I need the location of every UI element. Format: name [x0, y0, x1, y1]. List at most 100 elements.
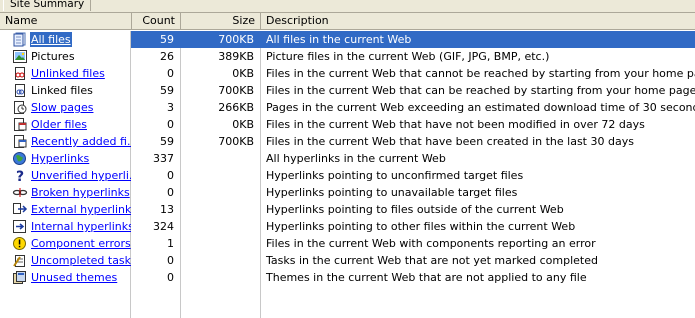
description-cell: All files in the current Web — [261, 31, 695, 48]
column-header-description[interactable]: Description — [261, 13, 695, 29]
description-cell: Files in the current Web that have been … — [266, 135, 634, 148]
name-cell: Linked files — [0, 82, 131, 99]
count-cell: 3 — [167, 101, 174, 114]
table-row[interactable]: Older files 0 0KB Files in the current Web … — [0, 116, 695, 133]
size-cell — [181, 235, 261, 252]
name-cell: All files — [0, 31, 131, 48]
size-cell: 700KB — [218, 135, 254, 148]
table-row[interactable]: Pictures 26 389KB Picture files in the curr… — [0, 48, 695, 65]
size-cell: 266KB — [218, 101, 254, 114]
table-row[interactable]: Unused themes 0 Themes in the current Web … — [0, 269, 695, 286]
internal-link-icon — [12, 219, 28, 234]
count-cell: 59 — [160, 135, 174, 148]
size-cell: 700KB — [181, 31, 261, 48]
count-cell: 1 — [167, 237, 174, 250]
unlinked-files-icon — [12, 66, 28, 81]
size-cell — [181, 252, 261, 269]
hyperlinks-globe-icon — [12, 151, 28, 166]
site-summary-list: All files 59 700KB All files in the current… — [0, 31, 695, 286]
size-cell: 0KB — [232, 118, 254, 131]
report-name[interactable]: External hyperlinks — [30, 202, 131, 217]
pictures-icon — [12, 49, 28, 64]
size-cell — [181, 184, 261, 201]
count-cell: 337 — [153, 152, 174, 165]
count-cell: 0 — [167, 169, 174, 182]
count-cell: 26 — [160, 50, 174, 63]
report-name[interactable]: Unlinked files — [30, 66, 106, 81]
size-cell: 700KB — [218, 84, 254, 97]
name-cell: Older files — [0, 116, 131, 133]
table-row[interactable]: Uncompleted tasks 0 Tasks in the current W… — [0, 252, 695, 269]
column-header-size[interactable]: Size — [181, 13, 261, 29]
description-cell: Hyperlinks pointing to unavailable targe… — [266, 186, 518, 199]
table-row[interactable]: Recently added fi... 59 700KB Files in the … — [0, 133, 695, 150]
table-row[interactable]: Unlinked files 0 0KB Files in the current W… — [0, 65, 695, 82]
report-name[interactable]: Uncompleted tasks — [30, 253, 131, 268]
table-row[interactable]: External hyperlinks 13 Hyperlinks pointing… — [0, 201, 695, 218]
report-name[interactable]: Older files — [30, 117, 88, 132]
table-row[interactable]: Broken hyperlinks 0 Hyperlinks pointing to… — [0, 184, 695, 201]
report-name[interactable]: Hyperlinks — [30, 151, 90, 166]
name-cell: Hyperlinks — [0, 150, 131, 167]
table-row[interactable]: Slow pages 3 266KB Pages in the current Web… — [0, 99, 695, 116]
count-cell: 59 — [160, 84, 174, 97]
table-row[interactable]: Internal hyperlinks 324 Hyperlinks pointin… — [0, 218, 695, 235]
all-files-icon — [12, 32, 28, 47]
table-row[interactable]: All files 59 700KB All files in the current… — [0, 31, 695, 48]
table-row[interactable]: Hyperlinks 337 All hyperlinks in the curre… — [0, 150, 695, 167]
name-cell: Unlinked files — [0, 65, 131, 82]
description-cell: Files in the current Web with components… — [266, 237, 596, 250]
name-cell: Broken hyperlinks — [0, 184, 131, 201]
report-name[interactable]: Pictures — [30, 49, 76, 64]
report-name[interactable]: All files — [29, 31, 73, 48]
name-cell: External hyperlinks — [0, 201, 131, 218]
report-name[interactable]: Broken hyperlinks — [30, 185, 131, 200]
count-cell: 0 — [167, 254, 174, 267]
description-cell: Pages in the current Web exceeding an es… — [266, 101, 695, 114]
name-cell: Slow pages — [0, 99, 131, 116]
name-cell: Recently added fi... — [0, 133, 131, 150]
description-cell: Hyperlinks pointing to other files withi… — [266, 220, 576, 233]
description-cell: Hyperlinks pointing to files outside of … — [266, 203, 564, 216]
report-name[interactable]: Component errors — [30, 236, 131, 251]
report-name[interactable]: Unverified hyperli... — [30, 168, 131, 183]
table-row[interactable]: Component errors 1 Files in the current We… — [0, 235, 695, 252]
description-cell: Themes in the current Web that are not a… — [266, 271, 587, 284]
size-cell — [181, 201, 261, 218]
name-cell: Unused themes — [0, 269, 131, 286]
broken-link-icon — [12, 185, 28, 200]
size-cell — [181, 167, 261, 184]
size-cell: 0KB — [232, 67, 254, 80]
svg-text:?: ? — [16, 169, 24, 183]
size-cell — [181, 269, 261, 286]
report-name[interactable]: Unused themes — [30, 270, 118, 285]
older-files-icon — [12, 117, 28, 132]
table-row[interactable]: ? Unverified hyperli... 0 Hyperlinks pointi… — [0, 167, 695, 184]
name-cell: ? Unverified hyperli... — [0, 167, 131, 184]
warning-icon — [12, 236, 28, 251]
report-name[interactable]: Recently added fi... — [30, 134, 131, 149]
report-name[interactable]: Internal hyperlinks — [30, 219, 131, 234]
size-cell: 389KB — [218, 50, 254, 63]
panel-title: Site Summary — [3, 0, 92, 11]
description-cell: Picture files in the current Web (GIF, J… — [266, 50, 550, 63]
column-header-count[interactable]: Count — [132, 13, 181, 29]
tasks-icon — [12, 253, 28, 268]
external-link-icon — [12, 202, 28, 217]
column-header-name[interactable]: Name — [0, 13, 132, 29]
count-cell: 0 — [167, 67, 174, 80]
column-header-row: Name Count Size Description — [0, 13, 695, 30]
count-cell: 0 — [167, 118, 174, 131]
report-name[interactable]: Slow pages — [30, 100, 94, 115]
size-cell — [181, 218, 261, 235]
table-row[interactable]: Linked files 59 700KB Files in the current … — [0, 82, 695, 99]
question-mark-icon: ? — [12, 168, 28, 184]
report-name[interactable]: Linked files — [30, 83, 94, 98]
count-cell: 13 — [160, 203, 174, 216]
count-cell: 0 — [167, 186, 174, 199]
description-cell: Hyperlinks pointing to unconfirmed targe… — [266, 169, 524, 182]
description-cell: Files in the current Web that can be rea… — [266, 84, 695, 97]
count-cell: 0 — [167, 271, 174, 284]
name-cell: Pictures — [0, 48, 131, 65]
name-cell: Internal hyperlinks — [0, 218, 131, 235]
